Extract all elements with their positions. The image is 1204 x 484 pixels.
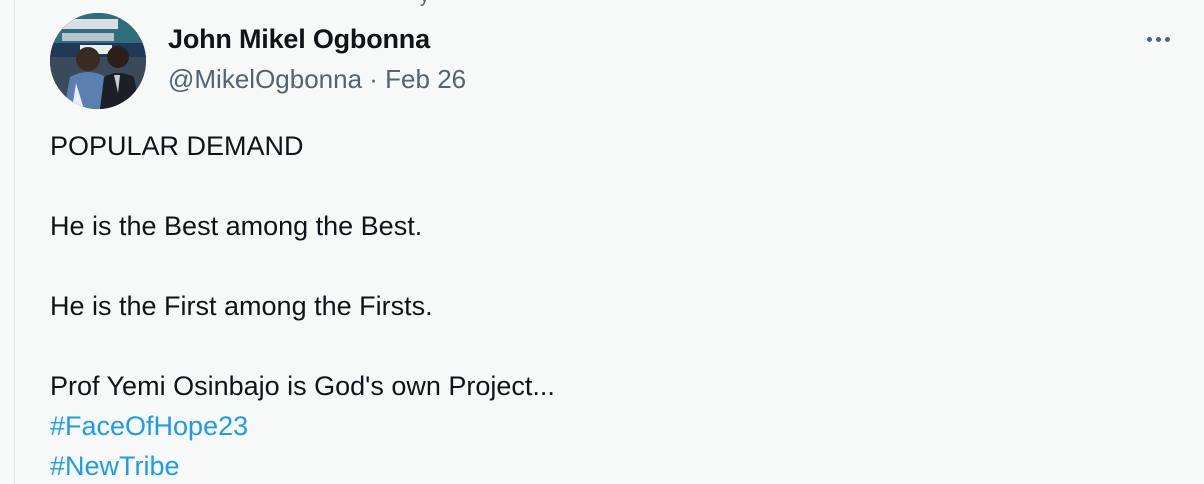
tweet-date[interactable]: Feb 26 — [385, 64, 466, 94]
previous-content-fragment: y — [420, 0, 448, 6]
line-break — [50, 326, 1170, 366]
avatar-photo — [50, 13, 146, 109]
more-horizontal-icon-dot — [1164, 36, 1170, 42]
tweet-author: John Mikel Ogbonna @MikelOgbonna · Feb 2… — [168, 22, 466, 96]
meta-separator: · — [362, 64, 386, 94]
tweet-line: POPULAR DEMAND — [50, 131, 304, 161]
hashtag-link[interactable]: #FaceOfHope23 — [50, 411, 248, 441]
author-handle[interactable]: @MikelOgbonna — [168, 64, 362, 94]
tweet-card[interactable]: y John Mikel Ogbonna @MikelOgbonna · Feb… — [0, 0, 1204, 484]
line-break — [50, 246, 1170, 286]
hashtag-link[interactable]: #NewTribe — [50, 451, 180, 481]
hashtag-line: #NewTribe — [50, 446, 1170, 484]
hashtag-line: #FaceOfHope23 — [50, 406, 1170, 446]
author-display-name[interactable]: John Mikel Ogbonna — [168, 22, 466, 56]
author-meta: @MikelOgbonna · Feb 26 — [168, 62, 466, 96]
tweet-line: He is the First among the Firsts. — [50, 291, 433, 321]
tweet-line: Prof Yemi Osinbajo is God's own Project.… — [50, 371, 555, 401]
tweet-line: He is the Best among the Best. — [50, 211, 423, 241]
thread-divider — [14, 0, 15, 484]
more-horizontal-icon — [1146, 36, 1152, 42]
avatar[interactable] — [50, 13, 146, 109]
more-horizontal-icon-dot — [1155, 36, 1161, 42]
tweet-text: POPULAR DEMAND He is the Best among the … — [50, 126, 1170, 484]
more-options-button[interactable] — [1138, 26, 1178, 52]
line-break — [50, 166, 1170, 206]
